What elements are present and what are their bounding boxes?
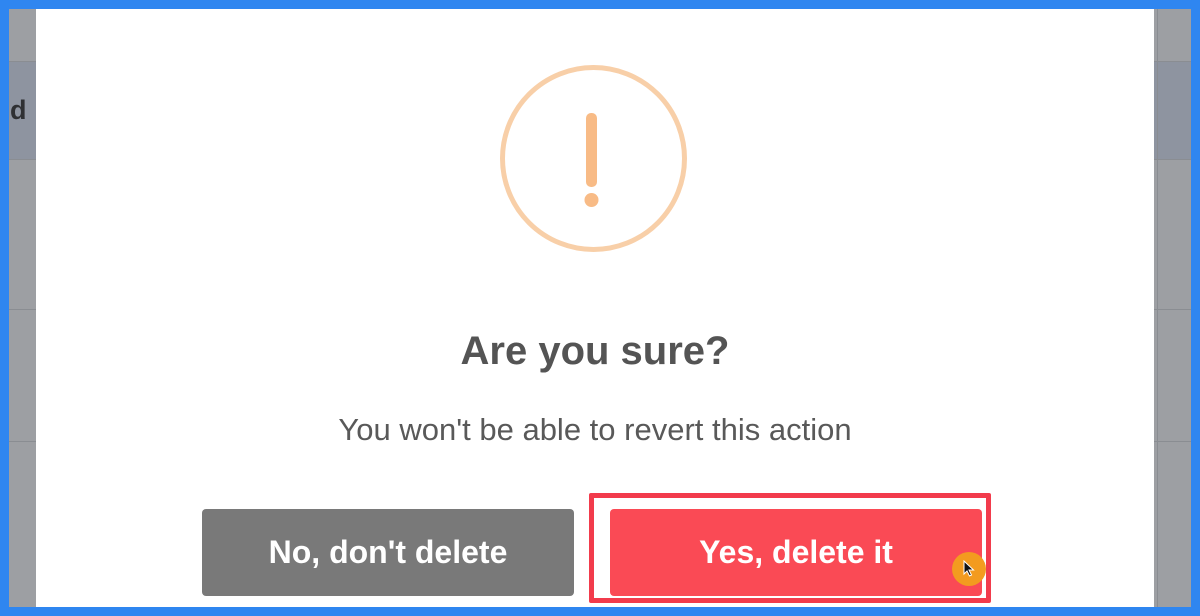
dialog-message: You won't be able to revert this action [338, 412, 852, 447]
mouse-pointer-icon [963, 560, 975, 577]
exclamation-circle-icon [500, 65, 687, 252]
dialog-title: Are you sure? [460, 329, 730, 373]
background-column-divider [1157, 9, 1158, 607]
highlight-box [589, 493, 991, 603]
cancel-button[interactable]: No, don't delete [202, 509, 574, 596]
cursor-marker [952, 552, 986, 586]
background-heading-fragment: d [10, 95, 27, 125]
